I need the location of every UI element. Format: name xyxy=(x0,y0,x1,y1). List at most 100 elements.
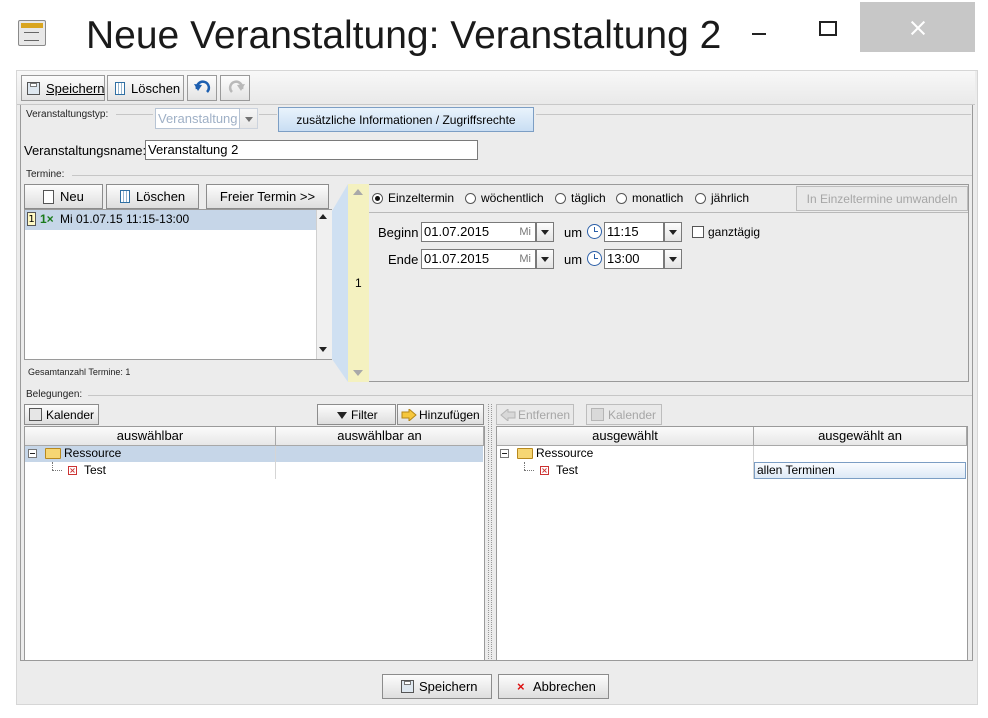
arrow-right-icon xyxy=(401,409,417,421)
resource-item-icon: × xyxy=(68,466,77,475)
tree-group-label: Ressource xyxy=(536,446,594,460)
filter-icon xyxy=(337,412,347,419)
collapse-icon[interactable] xyxy=(500,449,509,458)
strip-up-icon[interactable] xyxy=(353,189,363,195)
toolbar-delete-button[interactable]: Löschen xyxy=(107,75,184,101)
begin-time-input[interactable]: 11:15 xyxy=(604,222,664,242)
redo-button[interactable] xyxy=(220,75,250,101)
begin-time-dropdown[interactable] xyxy=(664,222,682,242)
termin-new-button[interactable]: Neu xyxy=(24,184,103,209)
event-type-dropdown-arrow[interactable] xyxy=(239,108,258,129)
radio-taeglich-label: täglich xyxy=(571,191,606,205)
collapse-icon[interactable] xyxy=(28,449,37,458)
calendar-button-left-label: Kalender xyxy=(46,408,95,422)
termin-side-index: 1 xyxy=(355,276,362,290)
save-icon xyxy=(401,680,414,693)
app-window-icon xyxy=(18,20,46,46)
allday-checkbox[interactable] xyxy=(692,226,704,238)
column-header-ausgewaehlt[interactable]: ausgewählt xyxy=(497,427,754,446)
separator xyxy=(536,114,971,115)
recurrence-panel xyxy=(369,184,969,382)
begin-date-dropdown[interactable] xyxy=(536,222,554,242)
termin-list-item[interactable]: 1 1× Mi 01.07.15 11:15-13:00 xyxy=(25,210,317,230)
clock-icon xyxy=(587,224,602,239)
save-icon xyxy=(27,82,40,95)
end-time-input[interactable]: 13:00 xyxy=(604,249,664,269)
tree-row-ressource-right[interactable]: Ressource xyxy=(497,446,967,462)
column-header-auswaehlbar-an[interactable]: auswählbar an xyxy=(276,427,484,446)
tree-line xyxy=(52,470,62,472)
end-time-dropdown[interactable] xyxy=(664,249,682,269)
separator xyxy=(259,114,277,115)
termine-section-label: Termine: xyxy=(26,169,65,180)
close-window-button[interactable] xyxy=(860,2,975,52)
free-termin-button[interactable]: Freier Termin >> xyxy=(206,184,329,209)
radio-woechentlich[interactable] xyxy=(465,193,476,204)
end-date-value: 01.07.2015 xyxy=(424,251,490,266)
belegungen-section-label: Belegungen: xyxy=(26,389,83,400)
toolbar-save-button[interactable]: Speichern xyxy=(21,75,105,101)
end-date-input[interactable]: 01.07.2015 Mi xyxy=(421,249,536,269)
folder-icon xyxy=(517,448,533,459)
trash-icon xyxy=(115,82,125,95)
minimize-button[interactable] xyxy=(738,4,784,52)
radio-jaehrlich[interactable] xyxy=(695,193,706,204)
footer-cancel-label: Abbrechen xyxy=(533,679,596,694)
new-document-icon xyxy=(43,190,54,204)
add-button[interactable]: Hinzufügen xyxy=(397,404,484,425)
cancel-x-icon: × xyxy=(517,679,525,694)
strip-down-icon[interactable] xyxy=(353,370,363,376)
maximize-button[interactable] xyxy=(800,4,846,52)
remove-button[interactable]: Entfernen xyxy=(496,404,574,425)
tree-item-test-left[interactable]: Test xyxy=(84,463,106,477)
column-divider xyxy=(275,446,276,479)
event-type-label: Veranstaltungstyp: xyxy=(26,109,109,120)
tree-line xyxy=(52,462,54,470)
termin-list-scrollbar[interactable] xyxy=(316,210,332,359)
termin-list[interactable] xyxy=(24,209,332,360)
separator xyxy=(88,395,972,396)
end-at-label: um xyxy=(564,252,583,267)
folder-icon xyxy=(45,448,61,459)
calendar-icon xyxy=(29,408,42,421)
event-name-input[interactable]: Veranstaltung 2 xyxy=(145,140,478,160)
split-divider[interactable] xyxy=(488,404,492,661)
tree-line xyxy=(524,462,526,470)
footer-cancel-button[interactable]: × Abbrechen xyxy=(498,674,609,699)
calendar-icon xyxy=(591,408,604,421)
calendar-button-right[interactable]: Kalender xyxy=(586,404,662,425)
filter-button-label: Filter xyxy=(351,408,378,422)
termin-total-label: Gesamtanzahl Termine: 1 xyxy=(28,367,131,377)
separator xyxy=(72,175,972,176)
tree-item-test-right[interactable]: Test xyxy=(556,463,578,477)
tree-row-ressource-left[interactable]: Ressource xyxy=(25,446,483,462)
filter-button[interactable]: Filter xyxy=(317,404,396,425)
end-date-dropdown[interactable] xyxy=(536,249,554,269)
radio-monatlich[interactable] xyxy=(616,193,627,204)
scroll-up-icon[interactable] xyxy=(316,210,331,225)
calendar-button-left[interactable]: Kalender xyxy=(24,404,99,425)
radio-monatlich-label: monatlich xyxy=(632,191,684,205)
extra-info-button[interactable]: zusätzliche Informationen / Zugriffsrech… xyxy=(278,107,534,132)
column-header-auswaehlbar[interactable]: auswählbar xyxy=(25,427,276,446)
begin-date-input[interactable]: 01.07.2015 Mi xyxy=(421,222,536,242)
footer-save-button[interactable]: Speichern xyxy=(382,674,492,699)
column-header-ausgewaehlt-an[interactable]: ausgewählt an xyxy=(754,427,967,446)
redo-icon xyxy=(228,80,245,93)
window-title: Neue Veranstaltung: Veranstaltung 2 xyxy=(86,14,722,57)
scroll-down-icon[interactable] xyxy=(316,343,331,358)
trash-icon xyxy=(120,190,130,203)
convert-einzeltermine-button[interactable]: In Einzeltermine umwandeln xyxy=(796,186,968,211)
radio-einzeltermin[interactable] xyxy=(372,193,383,204)
event-type-select[interactable]: Veranstaltung xyxy=(155,108,240,129)
remove-button-label: Entfernen xyxy=(518,408,571,422)
toolbar-save-label: Speichern xyxy=(46,81,105,96)
begin-label: Beginn xyxy=(378,225,419,240)
termin-delete-button[interactable]: Löschen xyxy=(106,184,199,209)
undo-button[interactable] xyxy=(187,75,217,101)
calendar-button-right-label: Kalender xyxy=(608,408,657,422)
tree-line xyxy=(524,470,534,472)
assigned-to-select[interactable]: allen Terminen xyxy=(754,462,966,479)
end-label: Ende xyxy=(388,252,419,267)
radio-taeglich[interactable] xyxy=(555,193,566,204)
